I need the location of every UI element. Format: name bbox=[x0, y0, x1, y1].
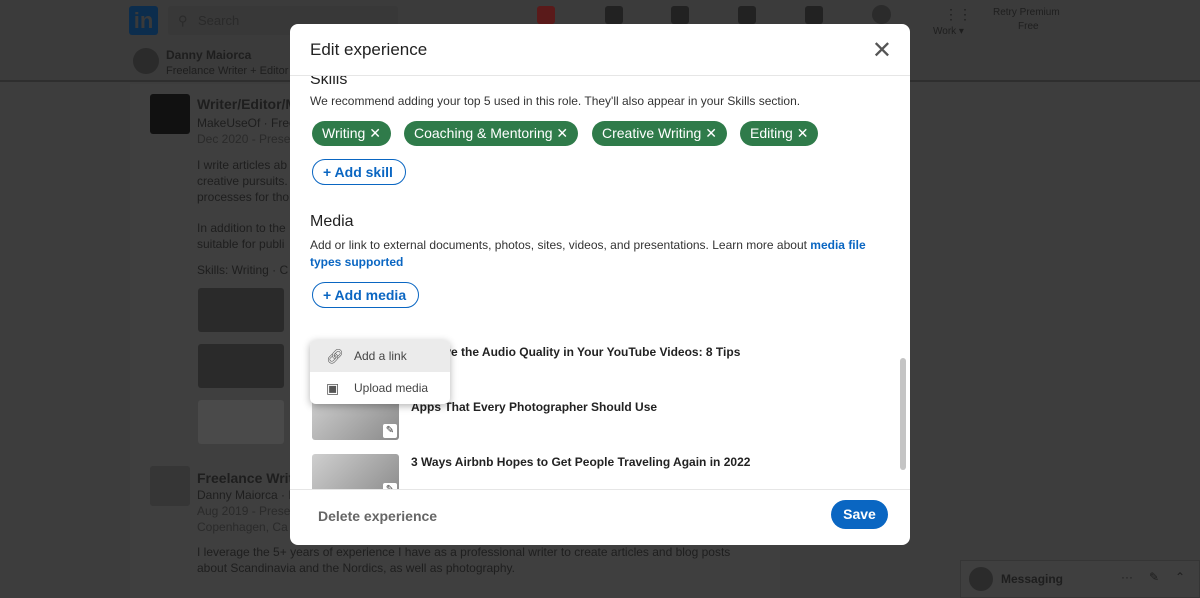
experience-desc: processes for tho bbox=[197, 190, 290, 204]
close-icon[interactable]: ✕ bbox=[872, 36, 892, 65]
messaging-avatar bbox=[969, 567, 993, 591]
plus-icon: + bbox=[323, 287, 335, 303]
chevron-up-icon[interactable]: ⌃ bbox=[1175, 570, 1185, 584]
save-button[interactable]: Save bbox=[831, 500, 888, 529]
media-heading: Media bbox=[310, 213, 354, 230]
work-grid-icon[interactable]: ⋮⋮ bbox=[944, 6, 972, 24]
compose-icon[interactable]: ✎ bbox=[1149, 570, 1159, 584]
edit-experience-dialog: Edit experience ✕ Skills We recommend ad… bbox=[290, 24, 910, 545]
experience-desc: I write articles ab bbox=[197, 158, 288, 172]
dialog-body: Skills We recommend adding your top 5 us… bbox=[290, 76, 910, 489]
experience-desc: suitable for publi bbox=[197, 237, 285, 251]
experience-company: Danny Maiorca · F bbox=[197, 488, 296, 502]
media-thumb[interactable]: ✎ bbox=[312, 454, 399, 489]
experience-desc: about Scandinavia and the Nordics, as we… bbox=[197, 561, 515, 575]
add-media-menu: 🔗︎ Add a link ▣ Upload media bbox=[310, 340, 450, 404]
profile-avatar bbox=[133, 48, 159, 74]
more-icon[interactable]: ··· bbox=[1121, 570, 1133, 584]
network-icon[interactable] bbox=[605, 6, 623, 24]
home-icon[interactable] bbox=[537, 6, 555, 24]
media-thumb[interactable] bbox=[198, 344, 284, 388]
dialog-title: Edit experience bbox=[310, 40, 428, 59]
experience-location: Copenhagen, Ca bbox=[197, 520, 288, 534]
skills-description: We recommend adding your top 5 used in t… bbox=[310, 94, 801, 108]
menu-item-upload-media[interactable]: ▣ Upload media bbox=[310, 372, 450, 404]
link-icon: 🔗︎ bbox=[326, 348, 344, 364]
me-avatar[interactable] bbox=[872, 5, 891, 24]
profile-name: Danny Maiorca bbox=[166, 48, 252, 62]
experience-desc: In addition to the bbox=[197, 221, 286, 235]
skills-heading: Skills bbox=[310, 76, 348, 88]
linkedin-logo[interactable]: in bbox=[129, 6, 158, 35]
premium-link[interactable]: Retry Premium bbox=[993, 7, 1060, 18]
messaging-icon[interactable] bbox=[738, 6, 756, 24]
image-icon: ▣ bbox=[326, 380, 340, 396]
scrollbar[interactable] bbox=[900, 80, 906, 485]
search-placeholder: Search bbox=[198, 13, 240, 28]
notifications-icon[interactable] bbox=[805, 6, 823, 24]
plus-icon: + bbox=[323, 164, 335, 180]
profile-headline: Freelance Writer + Editor bbox=[166, 65, 289, 77]
add-media-button[interactable]: + Add media bbox=[312, 282, 420, 308]
messaging-label: Messaging bbox=[1001, 572, 1064, 586]
search-icon: ⚲ bbox=[178, 13, 188, 28]
experience-title: Writer/Editor/M bbox=[197, 96, 298, 112]
premium-free: Free bbox=[1018, 21, 1039, 32]
company-logo bbox=[150, 94, 190, 134]
dialog-footer: Delete experience Save bbox=[290, 489, 910, 545]
experience-dates: Dec 2020 - Prese bbox=[197, 132, 291, 146]
pencil-icon[interactable]: ✎ bbox=[383, 424, 397, 438]
media-item-title[interactable]: 3 Ways Airbnb Hopes to Get People Travel… bbox=[411, 455, 750, 469]
skill-chip-editing[interactable]: Editing ✕ bbox=[740, 121, 819, 146]
media-description: Add or link to external documents, photo… bbox=[310, 238, 866, 269]
company-logo bbox=[150, 466, 190, 506]
experience-company: MakeUseOf · Free bbox=[197, 116, 296, 130]
work-menu[interactable]: Work ▾ bbox=[933, 26, 964, 37]
experience-title: Freelance Writ bbox=[197, 470, 294, 486]
menu-item-add-link[interactable]: 🔗︎ Add a link bbox=[310, 340, 450, 372]
media-item-title[interactable]: Improve the Audio Quality in Your YouTub… bbox=[411, 345, 740, 359]
delete-experience-button[interactable]: Delete experience bbox=[318, 508, 437, 524]
media-thumb[interactable] bbox=[198, 288, 284, 332]
messaging-bar[interactable]: Messaging ··· ✎ ⌃ bbox=[960, 560, 1200, 598]
experience-dates: Aug 2019 - Prese bbox=[197, 504, 291, 518]
jobs-icon[interactable] bbox=[671, 6, 689, 24]
skill-chip-coaching[interactable]: Coaching & Mentoring ✕ bbox=[404, 121, 579, 146]
media-thumb[interactable] bbox=[198, 400, 284, 444]
experience-desc: I leverage the 5+ years of experience I … bbox=[197, 545, 731, 559]
scrollbar-thumb[interactable] bbox=[900, 358, 906, 470]
experience-skills: Skills: Writing · C bbox=[197, 263, 289, 277]
skill-chip-creative-writing[interactable]: Creative Writing ✕ bbox=[592, 121, 727, 146]
skill-chip-writing[interactable]: Writing ✕ bbox=[312, 121, 391, 146]
add-skill-button[interactable]: + Add skill bbox=[312, 159, 406, 185]
experience-desc: creative pursuits. bbox=[197, 174, 288, 188]
